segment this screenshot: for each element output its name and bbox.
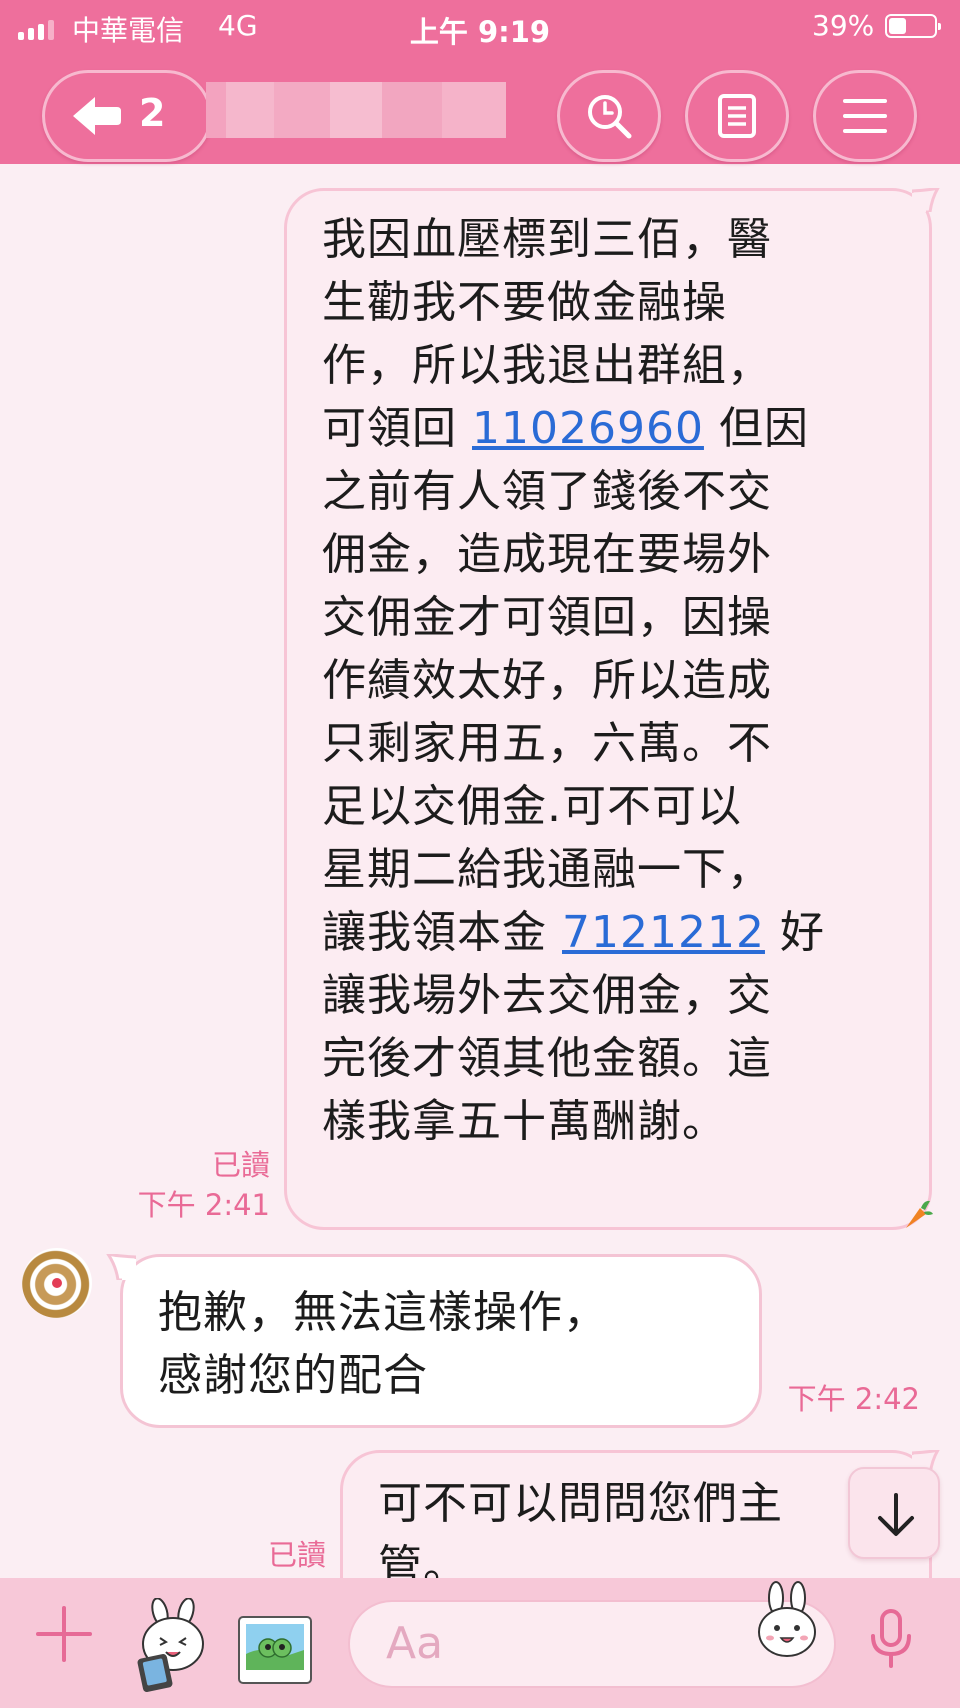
back-arrow-icon [73, 97, 121, 135]
battery-icon [885, 14, 941, 38]
read-receipt: 已讀 [211, 1148, 270, 1182]
note-icon [718, 94, 756, 138]
battery-percent: 39% [812, 9, 875, 42]
carrot-sticker-icon [906, 1200, 933, 1228]
notes-button[interactable] [685, 70, 789, 162]
bubble-tail [106, 1254, 136, 1280]
add-button[interactable] [36, 1606, 92, 1662]
message-time: 下午 2:41 [137, 1188, 270, 1222]
menu-button[interactable] [813, 70, 917, 162]
status-bar: 中華電信 4G 上午 9:19 39% [0, 0, 960, 54]
input-bar: Aa [0, 1578, 960, 1708]
message-text: 可不可以問問您們主 管。 [378, 1478, 783, 1578]
photo-button[interactable] [236, 1614, 314, 1686]
unread-count: 2 [139, 91, 166, 135]
arrow-down-icon [878, 1493, 914, 1536]
scroll-to-bottom-button[interactable] [848, 1467, 940, 1559]
message-input-placeholder: Aa [386, 1618, 444, 1669]
menu-icon [843, 99, 887, 133]
message-time: 下午 2:42 [787, 1382, 920, 1416]
search-icon [588, 95, 632, 139]
bubble-tail [912, 188, 940, 212]
sticker-button[interactable] [130, 1598, 216, 1692]
emoji-button[interactable] [754, 1580, 820, 1660]
search-button[interactable] [557, 70, 661, 162]
phone-link[interactable]: 7121212 [562, 907, 765, 958]
phone-link[interactable]: 11026960 [472, 403, 704, 454]
microphone-icon[interactable] [868, 1608, 914, 1670]
avatar[interactable] [22, 1248, 92, 1318]
back-button[interactable]: 2 [42, 70, 212, 162]
message-text: 抱歉，無法這樣操作， 感謝您的配合 [158, 1287, 608, 1401]
top-bar: 中華電信 4G 上午 9:19 39% 2 [0, 0, 960, 164]
read-receipt: 已讀 [267, 1538, 326, 1572]
chat-name-blurred [206, 82, 506, 138]
message-text: 我因血壓標到三佰，醫 生勸我不要做金融操 作，所以我退出群組， 可領回 1102… [322, 214, 825, 1147]
